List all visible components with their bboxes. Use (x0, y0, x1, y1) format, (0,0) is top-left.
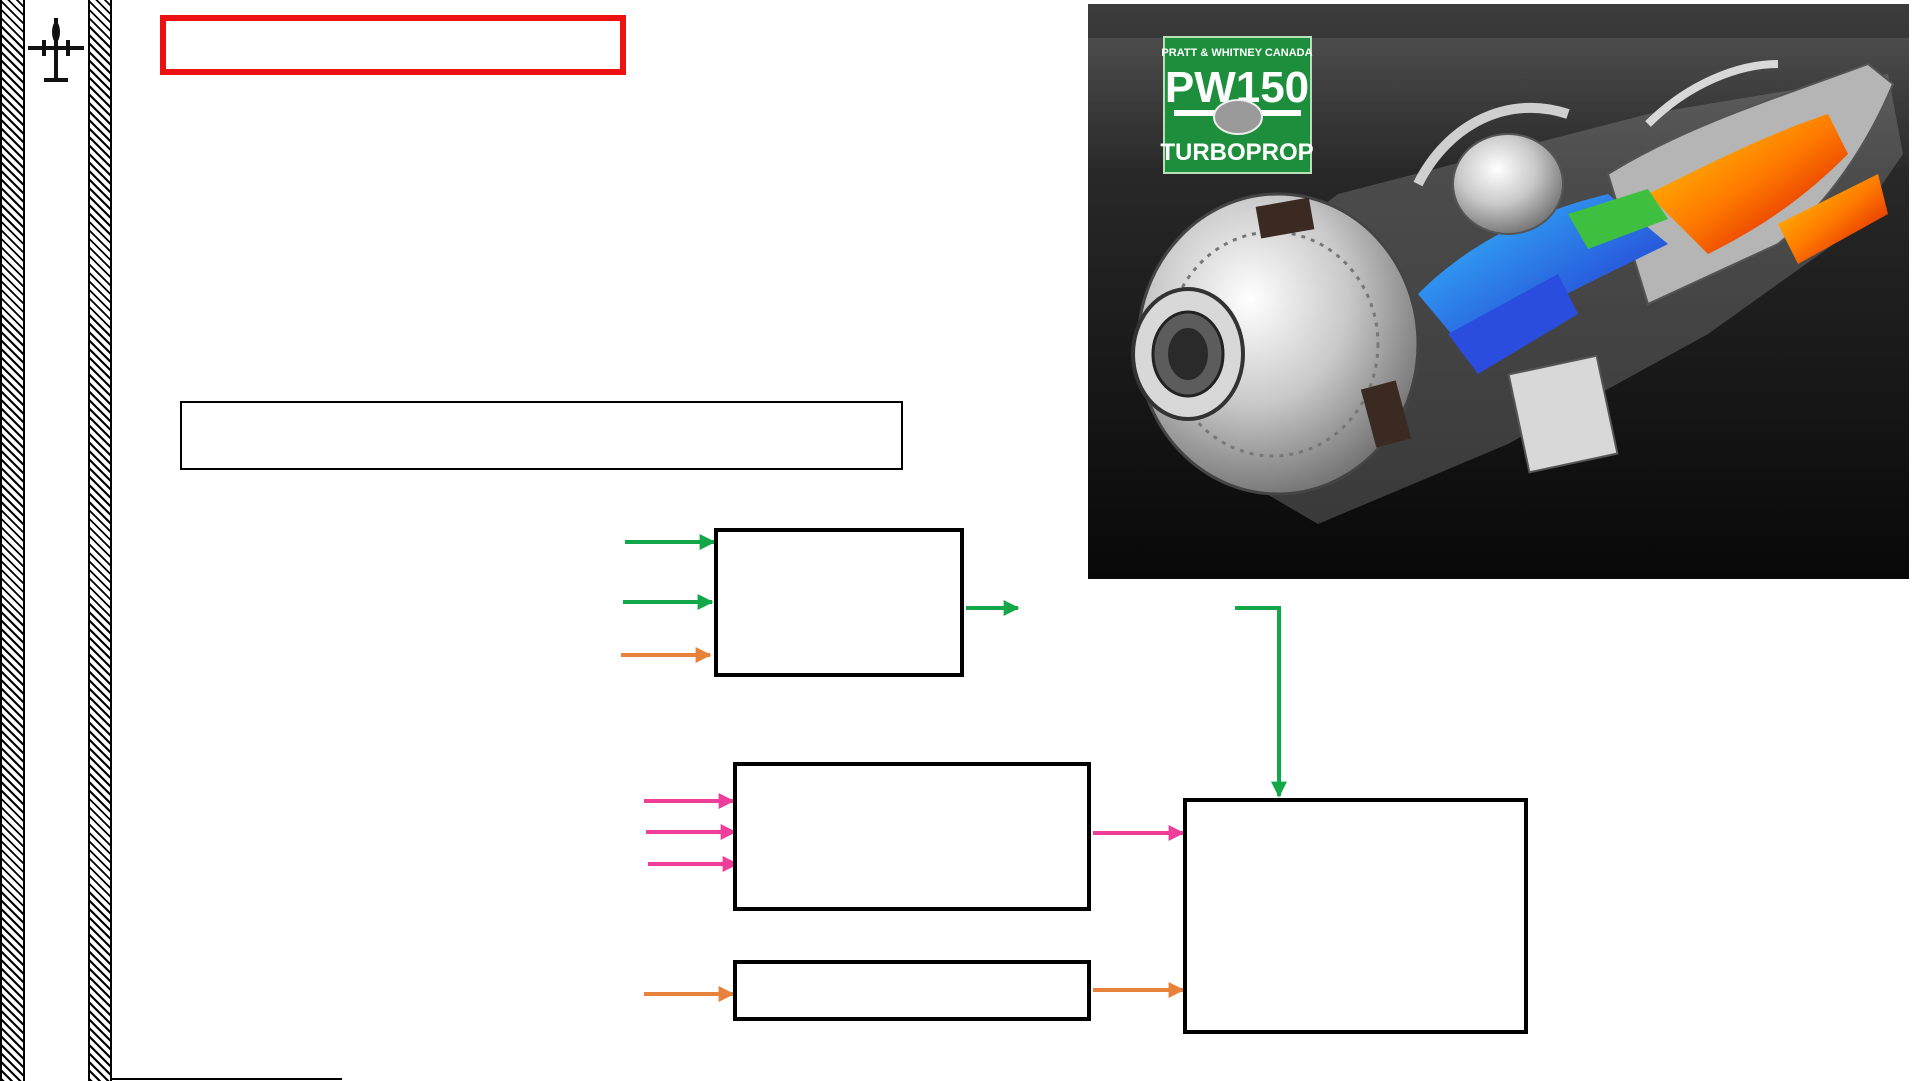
bottom-block (733, 960, 1091, 1021)
footer-line (112, 1078, 342, 1080)
middle-block (733, 762, 1091, 911)
top-block (714, 528, 964, 677)
right-block (1183, 798, 1528, 1034)
green-connector-arrow (1235, 606, 1287, 798)
